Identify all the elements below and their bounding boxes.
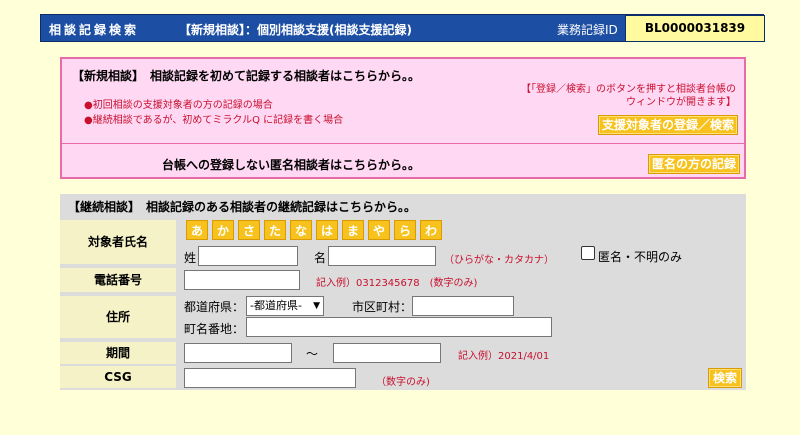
app-title: 相談記録検索 — [49, 23, 140, 37]
given-name-input[interactable] — [328, 246, 436, 266]
new-consultation-panel: 【新規相談】 相談記録を初めて記録する相談者はこちらから。。 ●初回相談の支援対… — [60, 57, 746, 179]
kana-button-ka[interactable]: か — [212, 220, 234, 240]
divider — [62, 143, 744, 144]
phone-input[interactable] — [184, 270, 300, 290]
search-button[interactable]: 検索 — [708, 368, 742, 388]
kana-button-ta[interactable]: た — [264, 220, 286, 240]
new-consultation-title: 【新規相談】 相談記録を初めて記録する相談者はこちらから。。 — [72, 69, 421, 83]
anonymous-record-button[interactable]: 匿名の方の記録 — [648, 154, 740, 174]
phone-hint: 記入例）0312345678 (数字のみ) — [316, 278, 478, 289]
csg-hint: （数字のみ) — [376, 377, 430, 388]
period-separator: 〜 — [306, 347, 319, 361]
kana-button-ya[interactable]: や — [368, 220, 390, 240]
kana-button-a[interactable]: あ — [186, 220, 208, 240]
record-id-value: BL0000031839 — [625, 15, 765, 42]
csg-input[interactable] — [184, 368, 356, 388]
csg-label: CSG — [60, 366, 176, 388]
anonymous-text: 台帳への登録しない匿名相談者はこちらから。。 — [162, 158, 421, 172]
kana-button-sa[interactable]: さ — [238, 220, 260, 240]
register-note-line-2: ウィンドウが開きます】 — [626, 97, 736, 108]
prefecture-label: 都道府県： — [184, 300, 245, 314]
kana-button-wa[interactable]: わ — [420, 220, 442, 240]
city-label: 市区町村： — [352, 300, 413, 314]
new-consultation-bullet-1: ●初回相談の支援対象者の方の記録の場合 — [84, 100, 273, 111]
address-label: 住所 — [60, 296, 176, 338]
continuing-consultation-panel: 【継続相談】 相談記録のある相談者の継続記録はこちらから。。 あ か さ た な… — [60, 194, 746, 390]
prefecture-selected-value: -都道府県- — [250, 299, 302, 312]
new-consultation-bullet-2: ●継続相談であるが、初めてミラクルQ に記録を書く場合 — [84, 115, 344, 126]
anonymous-only-label: 匿名・不明のみ — [598, 250, 683, 264]
kana-button-ha[interactable]: は — [316, 220, 338, 240]
kana-button-na[interactable]: な — [290, 220, 312, 240]
chevron-down-icon: ▼ — [313, 301, 320, 311]
continuing-consultation-title: 【継続相談】 相談記録のある相談者の継続記録はこちらから。。 — [68, 200, 417, 214]
period-hint: 記入例）2021/4/01 — [458, 351, 550, 362]
phone-label: 電話番号 — [60, 268, 176, 292]
name-hint: （ひらがな・カタカナ） — [444, 255, 554, 266]
town-label: 町名番地： — [184, 322, 245, 336]
prefecture-select[interactable]: -都道府県- ▼ — [246, 296, 324, 316]
period-label: 期間 — [60, 342, 176, 364]
name-label: 対象者氏名 — [60, 220, 176, 264]
header-bar: 相談記録検索 【新規相談】：個別相談支援(相談支援記録) 業務記録ID BL00… — [40, 14, 765, 42]
city-input[interactable] — [412, 296, 514, 316]
register-search-button[interactable]: 支援対象者の登録／検索 — [598, 115, 738, 135]
register-note: 【「登録／検索」のボタンを押すと相談者台帳の ウィンドウが開きます】 — [506, 83, 736, 109]
register-note-line-1: 【「登録／検索」のボタンを押すと相談者台帳の — [521, 84, 736, 95]
page-subtitle: 【新規相談】：個別相談支援(相談支援記録) — [179, 23, 412, 37]
kana-button-ra[interactable]: ら — [394, 220, 416, 240]
kana-button-ma[interactable]: ま — [342, 220, 364, 240]
period-start-input[interactable] — [184, 343, 292, 363]
surname-label: 姓 — [184, 251, 197, 265]
surname-input[interactable] — [198, 246, 298, 266]
period-end-input[interactable] — [333, 343, 441, 363]
given-name-label: 名 — [314, 251, 327, 265]
anonymous-only-checkbox[interactable] — [581, 246, 595, 260]
town-input[interactable] — [246, 317, 552, 337]
record-id-label: 業務記録ID — [557, 23, 618, 37]
